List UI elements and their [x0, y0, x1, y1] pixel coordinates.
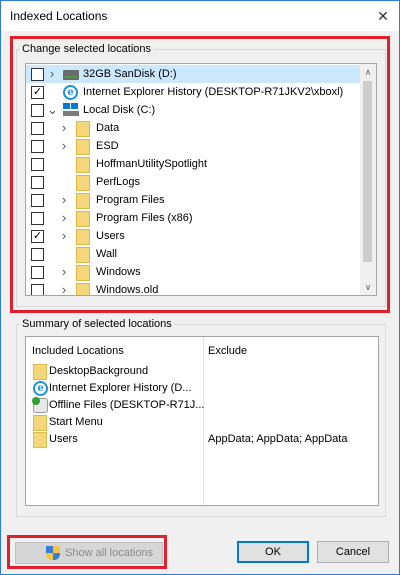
highlight-change-locations — [10, 36, 390, 313]
included-location-text: Offline Files (DESKTOP-R71J... — [49, 399, 205, 411]
exclude-text: AppData; AppData; AppData — [208, 433, 348, 445]
internet-explorer-icon: e — [33, 381, 48, 396]
summary-row[interactable]: e Internet Explorer History (D... — [30, 380, 380, 397]
offline-files-icon — [32, 397, 48, 413]
title-bar: Indexed Locations ✕ — [1, 1, 399, 31]
summary-list[interactable]: Included Locations Exclude DesktopBackgr… — [25, 336, 379, 506]
close-button[interactable]: ✕ — [367, 1, 399, 31]
folder-icon — [33, 415, 47, 431]
summary-label: Summary of selected locations — [20, 318, 174, 330]
summary-row[interactable]: DesktopBackground — [30, 363, 380, 380]
window-title: Indexed Locations — [10, 9, 108, 23]
folder-icon — [33, 432, 47, 448]
summary-row[interactable]: Users AppData; AppData; AppData — [30, 431, 380, 448]
highlight-show-all-button — [7, 535, 167, 569]
indexed-locations-dialog: Indexed Locations ✕ Change selected loca… — [0, 0, 400, 575]
cancel-button[interactable]: Cancel — [317, 541, 389, 563]
exclude-header[interactable]: Exclude — [208, 345, 247, 357]
included-location-text: Internet Explorer History (D... — [49, 382, 192, 394]
included-location-text: DesktopBackground — [49, 365, 149, 377]
folder-icon — [33, 364, 47, 380]
summary-row[interactable]: Offline Files (DESKTOP-R71J... — [30, 397, 380, 414]
summary-row[interactable]: Start Menu — [30, 414, 380, 431]
included-locations-header[interactable]: Included Locations — [32, 345, 124, 357]
included-location-text: Start Menu — [49, 416, 103, 428]
included-location-text: Users — [49, 433, 78, 445]
ok-button[interactable]: OK — [237, 541, 309, 563]
